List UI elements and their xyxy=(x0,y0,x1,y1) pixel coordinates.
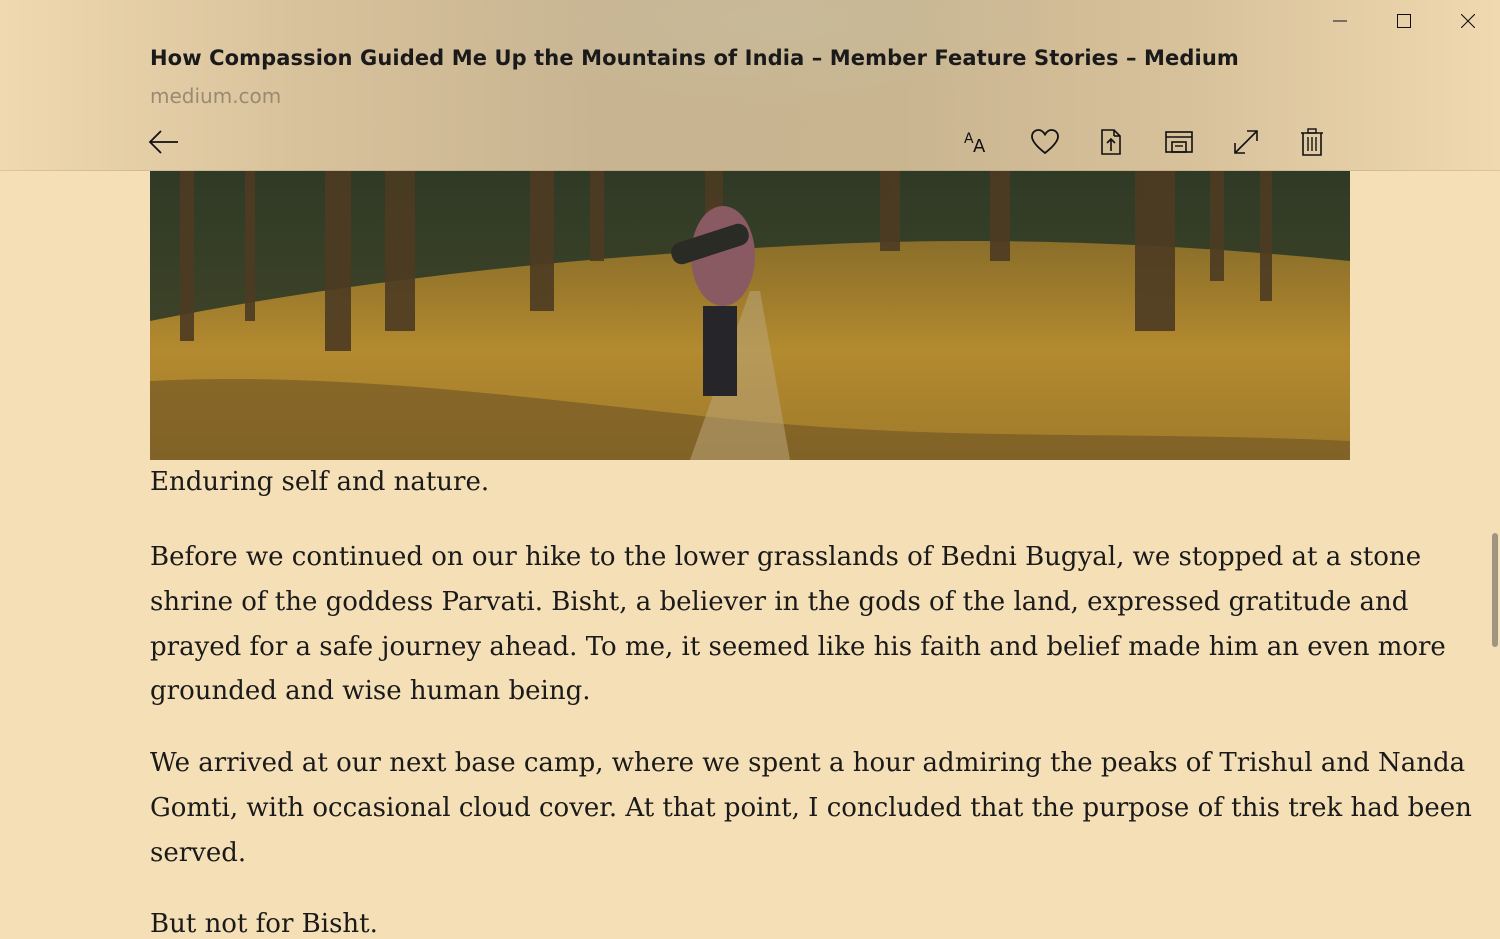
save-offline-icon xyxy=(1164,131,1193,153)
delete-icon xyxy=(1301,128,1324,156)
svg-text:A: A xyxy=(973,136,986,156)
favorite-button[interactable] xyxy=(1012,122,1079,162)
window-controls xyxy=(1308,0,1500,42)
close-icon xyxy=(1461,14,1475,28)
paragraph-line: shrine of the goddess Parvati. Bisht, a … xyxy=(150,586,1409,617)
paragraph-line: grounded and wise human being. xyxy=(150,676,591,707)
delete-button[interactable] xyxy=(1279,122,1346,162)
article-paragraph: We arrived at our next base camp, where … xyxy=(150,741,1472,875)
forest-trail-image xyxy=(150,171,1350,460)
paragraph-line: We arrived at our next base camp, where … xyxy=(150,748,1466,778)
article-hero-image xyxy=(150,171,1350,460)
article-paragraph: But not for Bisht. xyxy=(150,902,1350,939)
text-size-button[interactable]: A A xyxy=(945,122,1012,162)
reader-toolbar: A A xyxy=(945,122,1346,162)
share-icon xyxy=(1101,129,1121,155)
heart-icon xyxy=(1031,129,1060,155)
share-button[interactable] xyxy=(1079,122,1146,162)
save-offline-button[interactable] xyxy=(1145,122,1212,162)
paragraph-line: prayed for a safe journey ahead. To me, … xyxy=(150,631,1446,662)
article-paragraph: Before we continued on our hike to the l… xyxy=(150,535,1446,714)
maximize-button[interactable] xyxy=(1372,0,1436,42)
paragraph-line: Gomti, with occasional cloud cover. At t… xyxy=(150,792,1472,823)
fullscreen-button[interactable] xyxy=(1212,122,1279,162)
paragraph-line: But not for Bisht. xyxy=(150,909,378,939)
back-button[interactable] xyxy=(146,124,182,160)
minimize-icon xyxy=(1333,20,1347,22)
paragraph-line: Before we continued on our hike to the l… xyxy=(150,542,1422,572)
maximize-icon xyxy=(1397,14,1411,28)
article-source[interactable]: medium.com xyxy=(150,84,281,108)
vertical-scrollbar-thumb[interactable] xyxy=(1492,533,1498,647)
fullscreen-icon xyxy=(1233,130,1258,154)
reader-header: How Compassion Guided Me Up the Mountain… xyxy=(0,0,1500,171)
article-title: How Compassion Guided Me Up the Mountain… xyxy=(150,46,1239,70)
close-button[interactable] xyxy=(1436,0,1500,42)
minimize-button[interactable] xyxy=(1308,0,1372,42)
back-arrow-icon xyxy=(148,130,178,154)
image-caption: Enduring self and nature. xyxy=(150,467,490,497)
reading-window: How Compassion Guided Me Up the Mountain… xyxy=(0,0,1500,939)
paragraph-line: served. xyxy=(150,837,247,868)
text-size-icon: A A xyxy=(964,131,986,156)
article-content: Enduring self and nature. Before we cont… xyxy=(150,171,1472,939)
